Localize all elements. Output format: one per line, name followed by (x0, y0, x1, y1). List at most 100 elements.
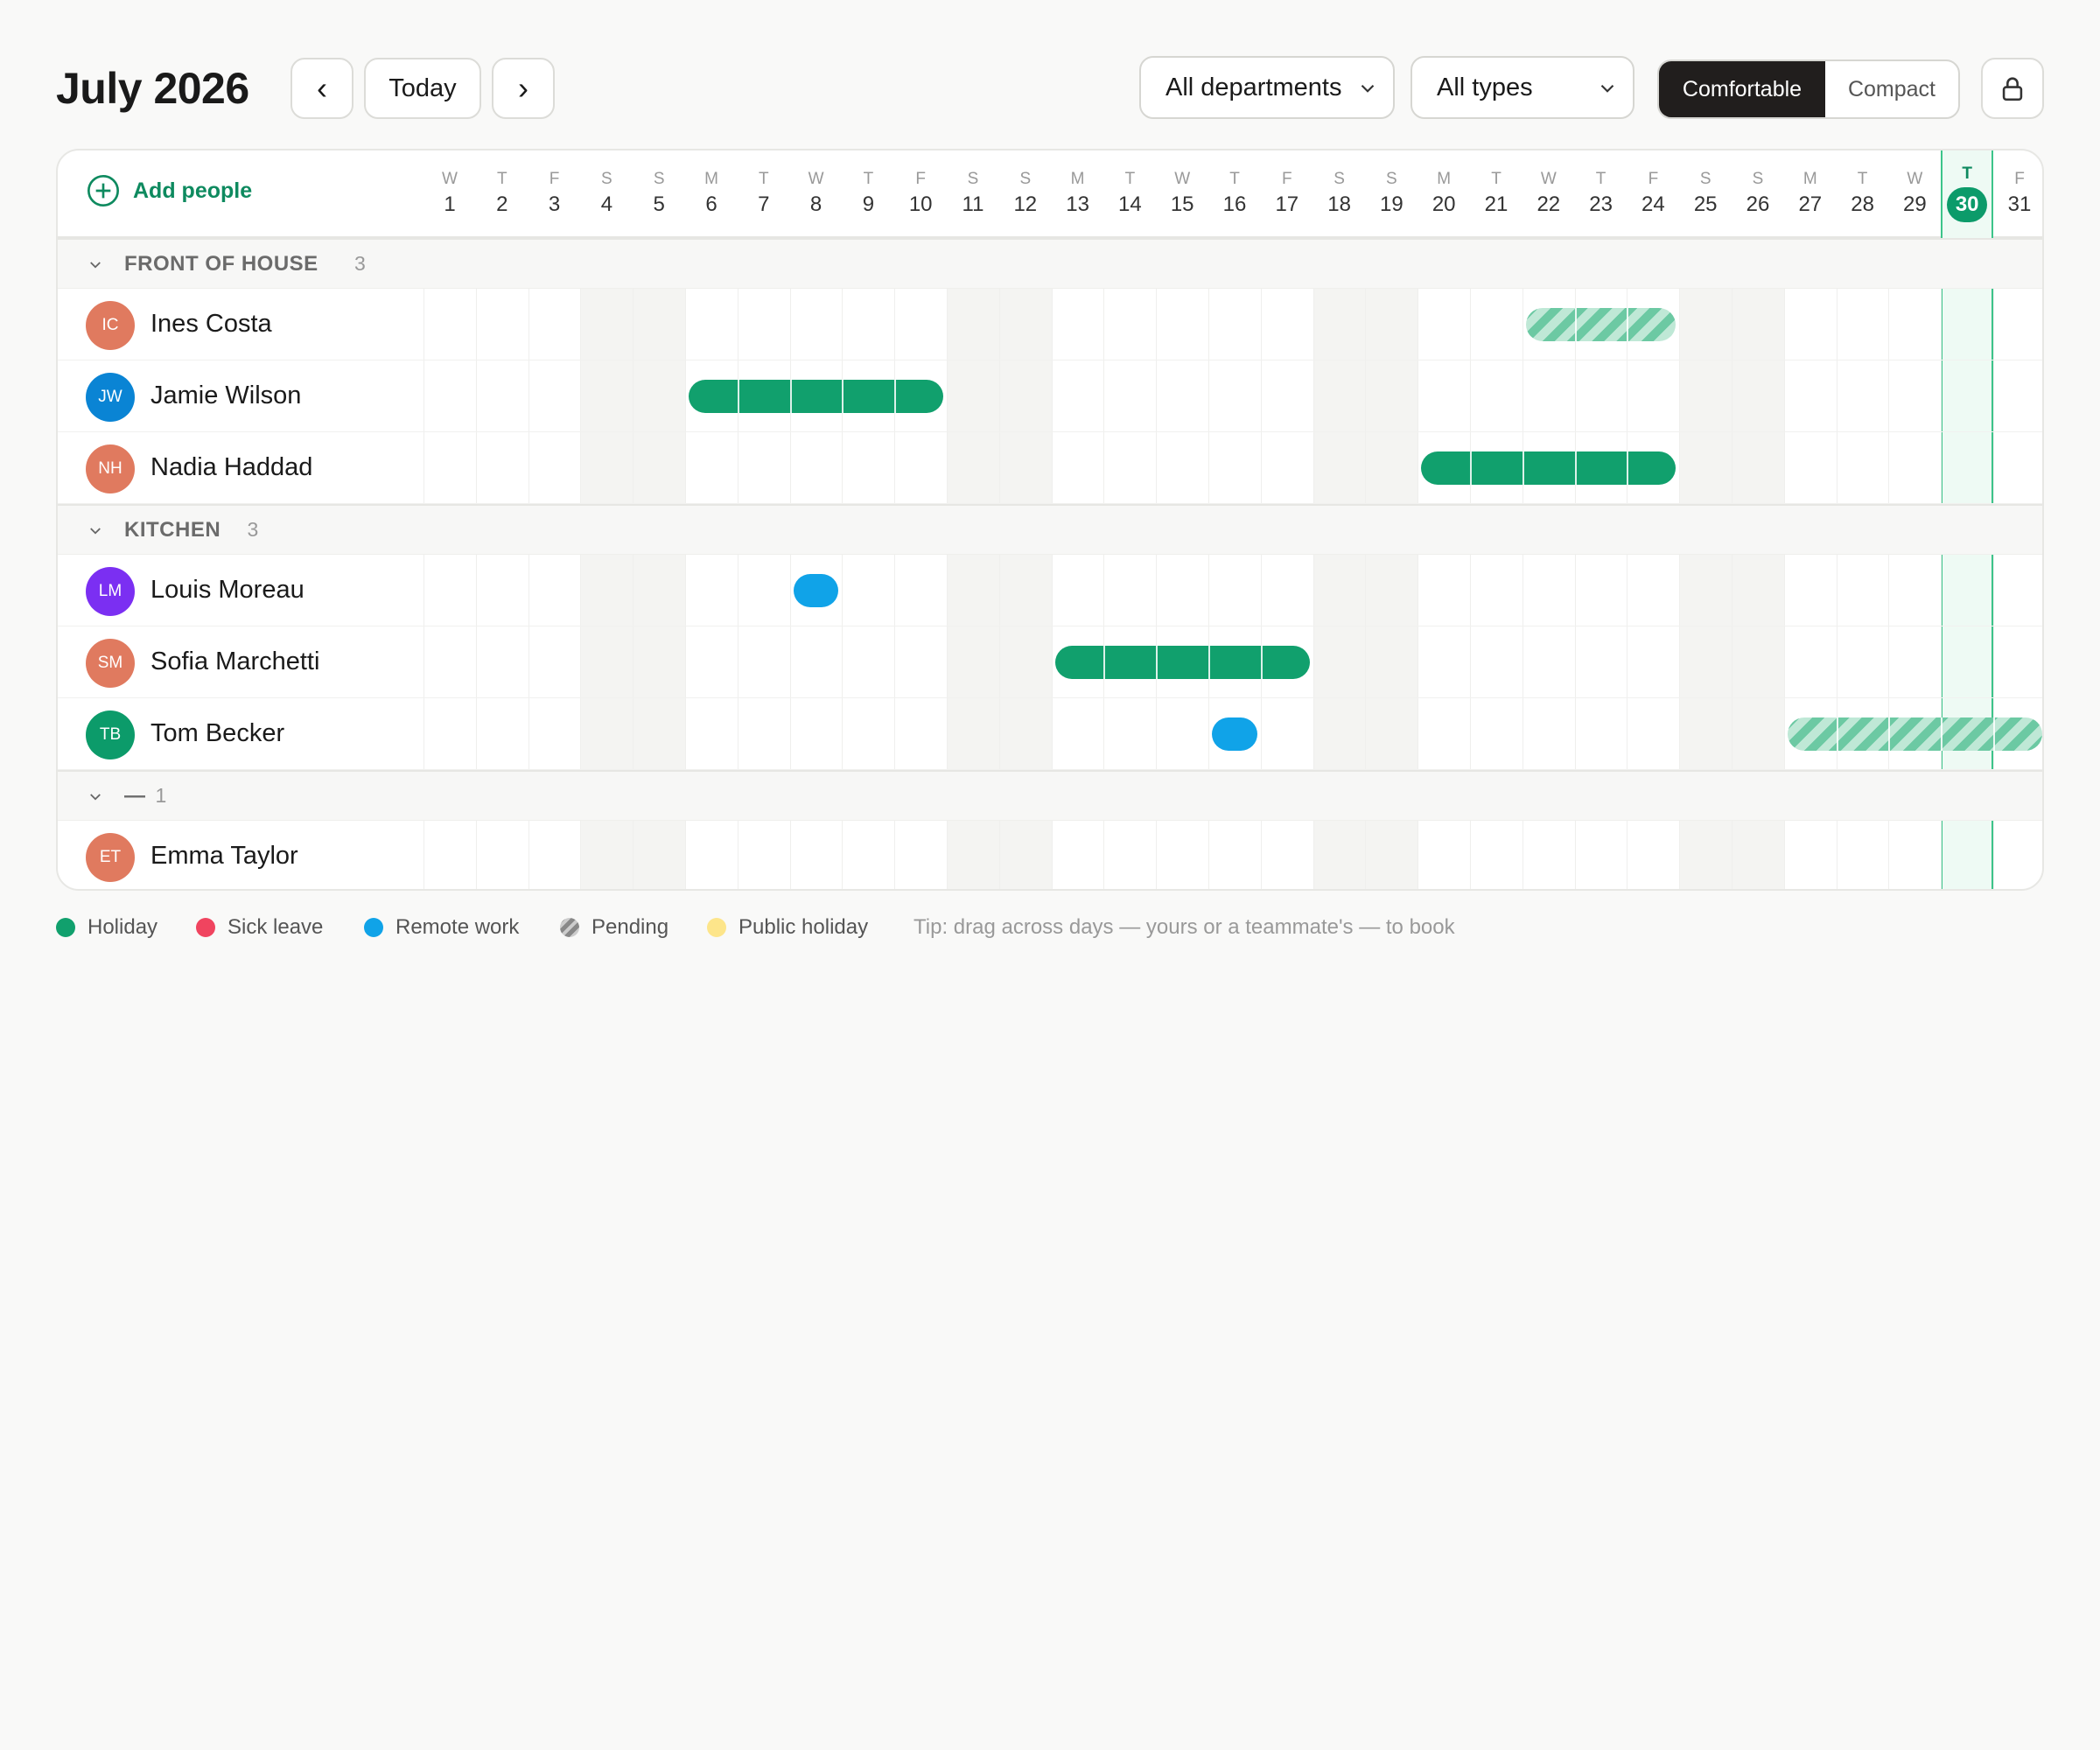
day-of-week-label: T (1962, 164, 1972, 183)
day-number-label: 24 (1642, 192, 1665, 216)
person-row: NH Nadia Haddad (58, 432, 2042, 504)
booking-tip: Tip: drag across days — yours or a teamm… (914, 915, 1455, 939)
holiday-dot (56, 918, 75, 937)
comfortable-option[interactable]: Comfortable (1659, 61, 1825, 117)
day-of-week-label: F (915, 170, 926, 188)
day-number-label: 13 (1066, 192, 1089, 216)
remote-booking-bar[interactable] (1212, 718, 1257, 751)
person-name[interactable]: Louis Moreau (150, 576, 304, 605)
type-select-value: All types (1437, 73, 1533, 102)
pending-dot (560, 918, 579, 937)
day-of-week-label: F (549, 170, 560, 188)
day-of-week-label: T (1491, 170, 1502, 188)
pending-booking-bar[interactable] (1525, 308, 1676, 341)
avatar: NH (86, 444, 135, 494)
day-of-week-label: S (1019, 170, 1032, 188)
legend-label: Sick leave (228, 915, 324, 939)
day-of-week-label: F (1648, 170, 1659, 188)
legend-item: Sick leave (196, 915, 323, 940)
day-of-week-label: T (863, 170, 874, 188)
day-of-week-label: T (1124, 170, 1136, 188)
group-count: 3 (354, 252, 366, 275)
day-number-label: 12 (1013, 192, 1038, 216)
day-of-week-label: T (758, 170, 769, 188)
day-separator (1627, 452, 1629, 485)
day-of-week-label: S (967, 170, 979, 188)
person-name[interactable]: Emma Taylor (150, 842, 298, 871)
day-of-week-label: S (1699, 170, 1712, 188)
day-number-label: 29 (1903, 192, 1927, 216)
group-header[interactable]: FRONT OF HOUSE 3 (58, 238, 2042, 289)
day-of-week-label: T (1857, 170, 1868, 188)
today-date-badge: 30 (1947, 187, 1988, 222)
type-select[interactable]: All types (1410, 56, 1634, 119)
legend-label: Pending (592, 915, 669, 939)
group-count: 3 (247, 518, 259, 541)
remote-booking-bar[interactable] (793, 574, 839, 607)
density-toggle: Comfortable Compact (1657, 60, 1960, 119)
day-of-week-label: M (1070, 170, 1085, 188)
day-of-week-label: W (442, 170, 458, 188)
day-of-week-label: F (2014, 170, 2025, 188)
person-name[interactable]: Sofia Marchetti (150, 648, 319, 676)
day-separator (1103, 646, 1106, 679)
chevron-down-icon (90, 794, 101, 801)
add-people-button[interactable]: Add people (86, 173, 252, 208)
group-name: FRONT OF HOUSE (124, 252, 318, 276)
pending-booking-bar[interactable] (1787, 718, 2042, 751)
day-number-label: 15 (1170, 192, 1194, 216)
avatar: TB (86, 710, 135, 760)
day-separator (1469, 452, 1472, 485)
person-name[interactable]: Ines Costa (150, 310, 272, 339)
chevron-down-icon (1600, 84, 1614, 93)
holiday-booking-bar[interactable] (1054, 646, 1310, 679)
day-of-week-label: F (1281, 170, 1292, 188)
today-button[interactable]: Today (364, 58, 481, 119)
group-name: — (124, 784, 146, 808)
next-month-button[interactable]: › (492, 58, 555, 119)
calendar-grid: Add people W 1 T 2 F 3 S 4 S 5 M 6 T 7 W 8 T 9 F 10 S 11 S 12 M 1… (56, 149, 2044, 891)
compact-option[interactable]: Compact (1825, 61, 1958, 117)
day-separator (789, 380, 792, 413)
chevron-down-icon (90, 262, 101, 269)
person-name[interactable]: Tom Becker (150, 719, 284, 748)
add-people-label: Add people (133, 178, 253, 203)
avatar: IC (86, 301, 135, 350)
day-number-label: 6 (705, 192, 718, 216)
day-of-week-label: T (1595, 170, 1606, 188)
chevron-down-icon (1361, 84, 1375, 93)
day-of-week-label: T (496, 170, 508, 188)
person-row: JW Jamie Wilson (58, 360, 2042, 432)
day-of-week-label: W (1174, 170, 1191, 188)
day-number-label: 18 (1327, 192, 1351, 216)
holiday-booking-bar[interactable] (1421, 452, 1676, 485)
legend-item: Remote work (364, 915, 519, 940)
holiday-booking-bar[interactable] (689, 380, 943, 413)
group-name: KITCHEN (124, 518, 221, 542)
day-separator (842, 380, 844, 413)
day-of-week-label: M (704, 170, 718, 188)
day-number-label: 27 (1798, 192, 1823, 216)
lock-button[interactable] (1981, 58, 2044, 119)
department-select[interactable]: All departments (1139, 56, 1395, 119)
day-of-week-label: W (808, 170, 824, 188)
day-of-week-label: S (1386, 170, 1397, 188)
group-header[interactable]: KITCHEN 3 (58, 504, 2042, 555)
day-separator (1574, 308, 1577, 341)
day-number-label: 8 (809, 192, 822, 216)
avatar: JW (86, 373, 135, 422)
day-separator (1941, 718, 1943, 751)
day-number-label: 4 (600, 192, 613, 216)
day-number-label: 9 (862, 192, 875, 216)
day-of-week-label: S (1334, 170, 1345, 188)
day-of-week-label: M (1802, 170, 1817, 188)
group-header[interactable]: —1 (58, 770, 2042, 821)
legend-item: Public holiday (707, 915, 868, 940)
person-row: LM Louis Moreau (58, 555, 2042, 626)
person-name[interactable]: Jamie Wilson (150, 382, 301, 410)
person-row: TB Tom Becker (58, 698, 2042, 770)
previous-month-button[interactable]: ‹ (290, 58, 354, 119)
remote-dot (364, 918, 383, 937)
day-number-label: 14 (1118, 192, 1142, 216)
person-name[interactable]: Nadia Haddad (150, 453, 312, 482)
